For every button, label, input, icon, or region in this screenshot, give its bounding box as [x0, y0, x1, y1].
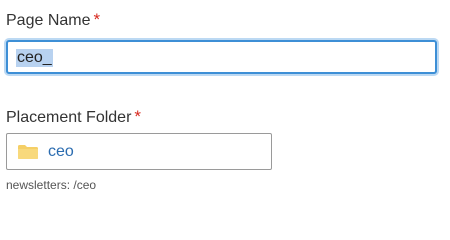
- required-marker: *: [93, 10, 101, 29]
- placement-folder-label-text: Placement Folder: [6, 109, 132, 126]
- required-marker: *: [134, 107, 142, 126]
- page-name-input-value[interactable]: ceo_: [16, 49, 53, 67]
- placement-folder-picker[interactable]: ceo: [6, 133, 272, 170]
- folder-name[interactable]: ceo: [48, 143, 74, 161]
- page-name-label-text: Page Name: [6, 12, 91, 29]
- folder-path-hint: newsletters: /ceo: [6, 178, 97, 192]
- folder-icon: [18, 145, 38, 159]
- page-name-label: Page Name *: [6, 10, 100, 30]
- placement-folder-label: Placement Folder *: [6, 107, 141, 127]
- page-name-input[interactable]: ceo_: [6, 40, 437, 74]
